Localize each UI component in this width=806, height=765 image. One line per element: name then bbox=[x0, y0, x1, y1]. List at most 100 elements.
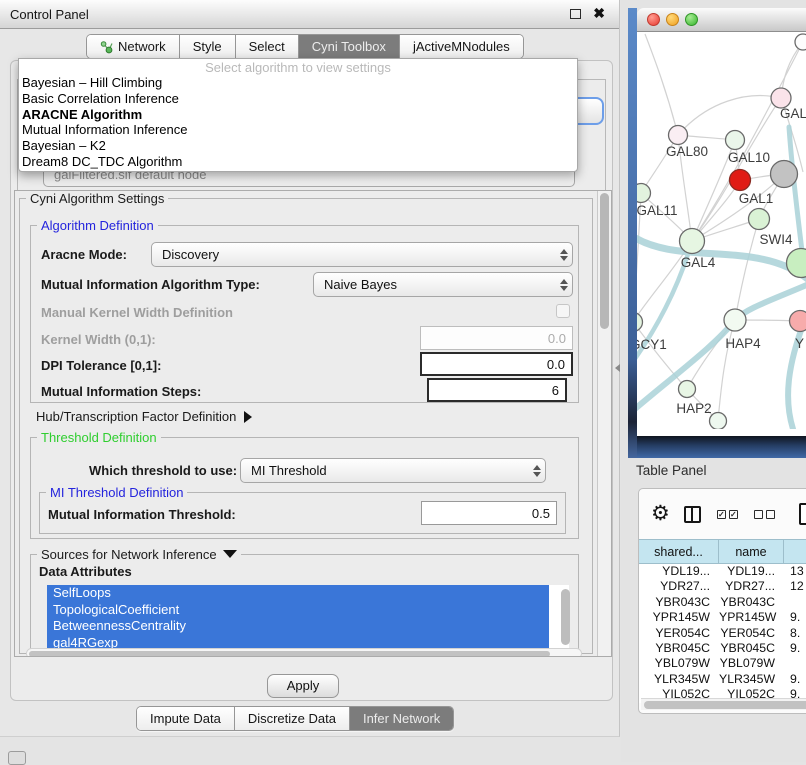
node-hap2[interactable] bbox=[679, 381, 696, 398]
tab-infer-network[interactable]: Infer Network bbox=[350, 707, 453, 730]
close-traffic-light-icon[interactable] bbox=[647, 13, 660, 26]
cell: 9. bbox=[784, 610, 806, 625]
table-row[interactable]: YBR045C YBR045C 9. bbox=[639, 641, 806, 656]
which-threshold-combobox[interactable]: MI Threshold bbox=[240, 458, 546, 483]
node-label: GAL4 bbox=[681, 255, 716, 270]
tab-jactivemnodules[interactable]: jActiveMNodules bbox=[400, 35, 523, 58]
dpi-tolerance-input[interactable] bbox=[420, 352, 573, 376]
table-row[interactable]: YDL19... YDL19... 13 bbox=[639, 564, 806, 579]
gear-icon[interactable]: ⚙ bbox=[651, 504, 670, 524]
table-row[interactable]: YBL079W YBL079W bbox=[639, 656, 806, 671]
table-row[interactable]: YBR043C YBR043C bbox=[639, 595, 806, 610]
table-horizontal-scrollbar[interactable] bbox=[641, 698, 806, 710]
mi-type-combobox[interactable]: Naive Bayes bbox=[313, 272, 573, 297]
list-item[interactable]: TopologicalCoefficient bbox=[47, 602, 549, 619]
node-label: GAL1 bbox=[739, 191, 774, 206]
node-unlabeled[interactable] bbox=[710, 413, 727, 430]
tab-discretize-data[interactable]: Discretize Data bbox=[235, 707, 350, 730]
node-gray[interactable] bbox=[771, 161, 798, 188]
node-swi4[interactable] bbox=[787, 249, 806, 278]
table-row[interactable]: YER054C YER054C 8. bbox=[639, 626, 806, 641]
popup-item-dream8[interactable]: Dream8 DC_TDC Algorithm bbox=[19, 154, 577, 170]
network-window-titlebar[interactable] bbox=[637, 8, 806, 32]
scrollbar-thumb[interactable] bbox=[644, 701, 806, 709]
minimized-panel-icon[interactable] bbox=[8, 751, 26, 765]
cell: YBR043C bbox=[719, 595, 784, 610]
popup-item-bayesian-k2[interactable]: Bayesian – K2 bbox=[19, 138, 577, 154]
popup-item-basic-correlation[interactable]: Basic Correlation Inference bbox=[19, 91, 577, 107]
list-item[interactable]: SelfLoops bbox=[47, 585, 549, 602]
mi-steps-label: Mutual Information Steps: bbox=[41, 384, 201, 399]
column-header-cut[interactable] bbox=[784, 539, 806, 564]
control-panel-tabbar: Network Style Select Cyni Toolbox jActiv… bbox=[86, 34, 524, 59]
new-table-icon[interactable] bbox=[799, 503, 806, 525]
splitter-arrow-icon[interactable] bbox=[615, 364, 620, 372]
column-header-shared-name[interactable]: shared... bbox=[639, 539, 719, 564]
tab-impute-data[interactable]: Impute Data bbox=[137, 707, 235, 730]
network-canvas[interactable]: GAL GAL80 GAL10 GAL1 GAL11 SWI4 GAL4 GCY… bbox=[637, 32, 806, 436]
close-icon[interactable]: ✖ bbox=[593, 5, 605, 22]
apply-button[interactable]: Apply bbox=[267, 674, 339, 698]
tab-cyni-toolbox[interactable]: Cyni Toolbox bbox=[299, 35, 400, 58]
hub-definition-label: Hub/Transcription Factor Definition bbox=[36, 409, 236, 424]
window-frame-bottom bbox=[637, 436, 806, 458]
group-title: Algorithm Definition bbox=[37, 218, 158, 233]
table-row[interactable]: YPR145W YPR145W 9. bbox=[639, 610, 806, 625]
node-hap4[interactable] bbox=[724, 309, 746, 331]
node-gal1[interactable] bbox=[749, 209, 770, 230]
tab-select[interactable]: Select bbox=[236, 35, 299, 58]
aracne-mode-label: Aracne Mode: bbox=[41, 247, 127, 262]
mi-threshold-definition-group: MI Threshold Definition Mutual Informati… bbox=[39, 492, 566, 534]
node-gal80[interactable] bbox=[669, 126, 688, 145]
node-gcy1[interactable] bbox=[637, 313, 643, 332]
sources-toggle[interactable]: Sources for Network Inference bbox=[37, 547, 241, 562]
zoom-traffic-light-icon[interactable] bbox=[685, 13, 698, 26]
list-horizontal-scrollbar[interactable] bbox=[26, 648, 582, 657]
minimize-traffic-light-icon[interactable] bbox=[666, 13, 679, 26]
node-gal-cut[interactable] bbox=[771, 88, 791, 108]
select-all-columns-icon[interactable]: ✓✓ bbox=[717, 510, 738, 519]
mi-threshold-input[interactable] bbox=[421, 501, 557, 525]
manual-kernel-checkbox[interactable] bbox=[556, 304, 570, 318]
list-item[interactable]: BetweennessCentrality bbox=[47, 618, 549, 635]
table-panel-title: Table Panel bbox=[636, 463, 707, 478]
split-columns-icon[interactable] bbox=[684, 506, 701, 523]
mi-steps-input[interactable] bbox=[427, 378, 567, 402]
tab-network[interactable]: Network bbox=[87, 35, 180, 58]
tab-label: Infer Network bbox=[363, 711, 440, 726]
combo-value: Naive Bayes bbox=[314, 277, 556, 292]
cell: YDL19... bbox=[639, 564, 719, 579]
tab-style[interactable]: Style bbox=[180, 35, 236, 58]
scrollbar-thumb[interactable] bbox=[600, 193, 609, 329]
cell bbox=[784, 595, 806, 610]
cell: YBL079W bbox=[639, 656, 719, 671]
float-window-icon[interactable] bbox=[570, 9, 581, 19]
deselect-all-columns-icon[interactable] bbox=[754, 510, 775, 519]
tab-label: Network bbox=[118, 39, 166, 54]
collapsed-arrow-icon bbox=[244, 411, 252, 423]
settings-vertical-scrollbar[interactable] bbox=[597, 191, 611, 656]
popup-item-bayesian-hill-climbing[interactable]: Bayesian – Hill Climbing bbox=[19, 75, 577, 91]
node-unlabeled[interactable] bbox=[795, 34, 806, 50]
node-gal10[interactable] bbox=[726, 131, 745, 150]
list-vertical-scrollbar[interactable] bbox=[561, 589, 570, 645]
kernel-width-input[interactable] bbox=[420, 326, 573, 350]
hub-definition-toggle[interactable]: Hub/Transcription Factor Definition bbox=[36, 409, 252, 424]
node-gal4[interactable] bbox=[680, 229, 705, 254]
popup-item-aracne[interactable]: ARACNE Algorithm bbox=[19, 107, 577, 123]
node-y-cut[interactable] bbox=[790, 311, 806, 332]
cell: 12 bbox=[784, 579, 806, 594]
table-row[interactable]: YDR27... YDR27... 12 bbox=[639, 579, 806, 594]
node-label: GAL10 bbox=[728, 150, 770, 165]
node-selected-red[interactable] bbox=[730, 170, 751, 191]
mi-threshold-label: Mutual Information Threshold: bbox=[48, 507, 236, 522]
tab-label: Impute Data bbox=[150, 711, 221, 726]
aracne-mode-combobox[interactable]: Discovery bbox=[151, 242, 573, 267]
column-header-name[interactable]: name bbox=[719, 539, 784, 564]
popup-item-mutual-information[interactable]: Mutual Information Inference bbox=[19, 122, 577, 138]
node-label: HAP4 bbox=[725, 336, 761, 351]
group-title: MI Threshold Definition bbox=[46, 485, 187, 500]
expanded-arrow-icon bbox=[223, 550, 237, 558]
table-row[interactable]: YLR345W YLR345W 9. bbox=[639, 672, 806, 687]
node-gal11[interactable] bbox=[637, 184, 651, 203]
